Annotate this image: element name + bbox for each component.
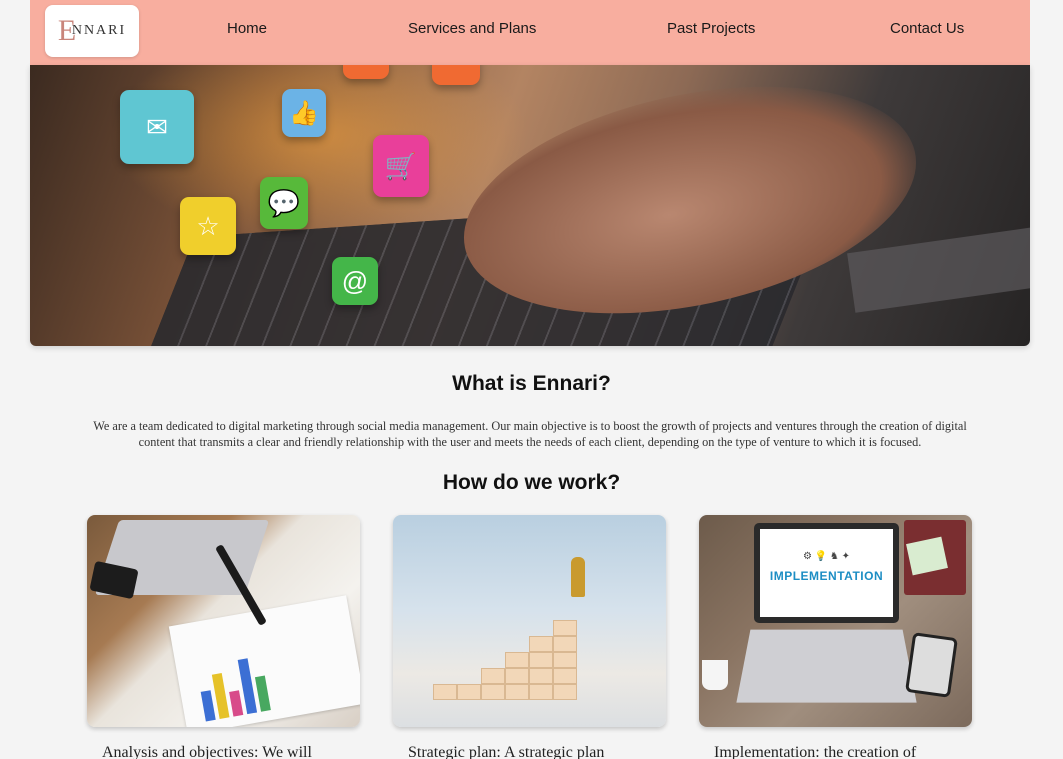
star-icon: ☆ — [180, 197, 236, 255]
nav-contact-link[interactable]: Contact Us — [890, 20, 964, 37]
chart-bar-graphic — [254, 675, 271, 712]
about-description: We are a team dedicated to digital marke… — [93, 419, 967, 449]
how-we-work-title: How do we work? — [442, 471, 621, 494]
thumbs-up-icon: 👍 — [282, 89, 326, 137]
chart-bar-graphic — [229, 690, 244, 717]
logo-initial: E — [57, 14, 77, 47]
implementation-photo: ⚙ 💡 ♞ ✦ IMPLEMENTATION — [699, 515, 972, 727]
block — [457, 684, 481, 700]
block — [553, 684, 577, 700]
card-caption-strategy: Strategic plan: A strategic plan — [408, 744, 605, 759]
nav-services-link[interactable]: Services and Plans — [408, 20, 536, 37]
coffee-mug-image — [702, 660, 728, 690]
block — [505, 684, 529, 700]
laptop-screen: ⚙ 💡 ♞ ✦ IMPLEMENTATION — [754, 523, 899, 623]
logo-wordmark: E NNARI — [58, 14, 127, 47]
block — [433, 684, 457, 700]
nav-home-link[interactable]: Home — [227, 20, 267, 37]
wooden-blocks-image — [433, 600, 603, 700]
laptop-keyboard — [736, 629, 917, 703]
block — [481, 684, 505, 700]
card-caption-implementation: Implementation: the creation of — [714, 744, 917, 759]
notification-icon — [432, 65, 480, 85]
block — [481, 668, 505, 684]
phone-image — [905, 632, 958, 698]
block — [505, 668, 529, 684]
implementation-screen-text: IMPLEMENTATION — [769, 569, 884, 583]
at-sign-icon: @ — [332, 257, 378, 305]
nav-past-projects-link[interactable]: Past Projects — [667, 20, 755, 37]
mail-icon: ✉ — [120, 90, 194, 164]
chat-icon: 💬 — [260, 177, 308, 229]
block — [553, 652, 577, 668]
notification-icon — [343, 65, 389, 79]
block — [553, 636, 577, 652]
logo-text: NNARI — [71, 23, 127, 38]
card-caption-analysis: Analysis and objectives: We will — [102, 744, 312, 759]
laptop-body — [847, 217, 1030, 313]
top-navbar: E NNARI Home Services and Plans Past Proj… — [30, 0, 1030, 65]
chart-paper-image — [168, 595, 360, 727]
hero-banner-image: ✉ 👍 🛒 💬 ☆ @ — [30, 65, 1030, 346]
block — [553, 620, 577, 636]
implementation-icons: ⚙ 💡 ♞ ✦ — [802, 551, 851, 562]
block — [529, 636, 553, 652]
block — [553, 668, 577, 684]
shopping-cart-icon: 🛒 — [373, 135, 429, 197]
about-title: What is Ennari? — [452, 372, 611, 395]
brand-logo[interactable]: E NNARI — [45, 5, 139, 57]
analysis-photo — [87, 515, 360, 727]
block — [505, 652, 529, 668]
block — [529, 652, 553, 668]
chart-bar-graphic — [200, 690, 216, 722]
block — [529, 668, 553, 684]
strategy-photo — [393, 515, 666, 727]
block — [529, 684, 553, 700]
chess-piece-image — [571, 557, 585, 597]
